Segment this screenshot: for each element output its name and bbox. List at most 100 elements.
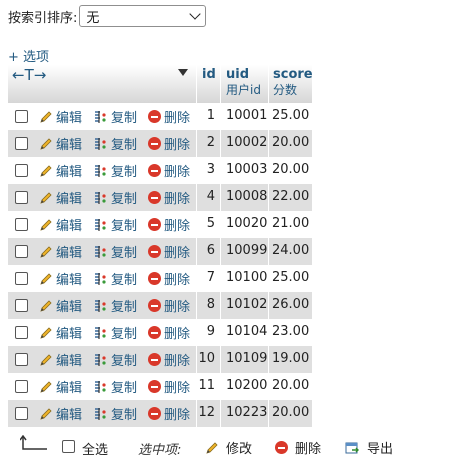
cell-score: 19.00 bbox=[272, 351, 310, 366]
pencil-icon bbox=[40, 380, 52, 393]
bulk-delete-button[interactable]: 删除 bbox=[275, 438, 321, 457]
row-copy-button[interactable]: 复制 bbox=[94, 270, 137, 288]
row-delete-label: 删除 bbox=[164, 165, 191, 180]
row-edit-button[interactable]: 编辑 bbox=[39, 405, 83, 423]
row-edit-button[interactable]: 编辑 bbox=[39, 216, 82, 234]
row-delete-button[interactable]: 删除 bbox=[148, 162, 191, 180]
bulk-export-button[interactable]: 导出 bbox=[345, 438, 393, 457]
row-delete-button[interactable]: 删除 bbox=[148, 108, 191, 126]
cell-divider bbox=[220, 346, 221, 373]
row-delete-button[interactable]: 删除 bbox=[148, 270, 191, 288]
row-delete-button[interactable]: 删除 bbox=[148, 243, 190, 261]
column-header-uid[interactable]: uid 用户id bbox=[226, 67, 261, 98]
row-checkbox[interactable] bbox=[15, 299, 28, 312]
row-copy-button[interactable]: 复制 bbox=[94, 216, 138, 234]
row-copy-button[interactable]: 复制 bbox=[94, 189, 137, 207]
sort-index-select[interactable]: 无 bbox=[79, 5, 207, 27]
delete-icon bbox=[148, 407, 161, 420]
row-delete-label: 删除 bbox=[164, 219, 191, 234]
cell-score: 25.00 bbox=[272, 108, 310, 123]
cell-divider bbox=[220, 373, 221, 400]
table-row: 编辑 复制 删除 7 10100 25.00 bbox=[8, 265, 312, 292]
delete-icon bbox=[275, 441, 288, 454]
row-copy-button[interactable]: 复制 bbox=[94, 108, 138, 126]
row-delete-button[interactable]: 删除 bbox=[148, 378, 190, 396]
column-header-id[interactable]: id bbox=[202, 67, 216, 83]
row-delete-button[interactable]: 删除 bbox=[148, 189, 190, 207]
copy-icon bbox=[95, 245, 106, 258]
row-copy-label: 复制 bbox=[111, 327, 138, 342]
table-row: 编辑 复制 删除 3 10003 20.00 bbox=[8, 157, 312, 184]
column-resize-arrows[interactable]: ←T→ bbox=[12, 66, 46, 84]
row-copy-button[interactable]: 复制 bbox=[94, 351, 137, 369]
row-copy-button[interactable]: 复制 bbox=[94, 378, 138, 396]
cell-id: 7 bbox=[206, 270, 215, 285]
row-delete-label: 删除 bbox=[164, 273, 191, 288]
row-edit-button[interactable]: 编辑 bbox=[39, 270, 82, 288]
cell-divider bbox=[196, 238, 197, 265]
row-delete-button[interactable]: 删除 bbox=[148, 297, 190, 315]
row-copy-label: 复制 bbox=[111, 408, 138, 423]
row-edit-button[interactable]: 编辑 bbox=[39, 297, 82, 315]
row-copy-button[interactable]: 复制 bbox=[94, 162, 138, 180]
row-edit-button[interactable]: 编辑 bbox=[39, 189, 82, 207]
row-copy-button[interactable]: 复制 bbox=[94, 243, 138, 261]
select-all-label[interactable]: 全选 bbox=[82, 439, 108, 458]
cell-id: 1 bbox=[206, 108, 215, 123]
row-delete-button[interactable]: 删除 bbox=[148, 216, 191, 234]
table-row: 编辑 复制 删除 12 10223 20.00 bbox=[8, 400, 312, 427]
row-checkbox[interactable] bbox=[15, 191, 28, 204]
row-copy-button[interactable]: 复制 bbox=[94, 135, 137, 153]
cell-divider bbox=[268, 346, 269, 373]
row-delete-button[interactable]: 删除 bbox=[148, 135, 190, 153]
row-checkbox[interactable] bbox=[15, 380, 28, 393]
row-copy-label: 复制 bbox=[111, 111, 138, 126]
row-edit-button[interactable]: 编辑 bbox=[39, 378, 82, 396]
cell-uid: 10104 bbox=[226, 324, 268, 339]
row-edit-label: 编辑 bbox=[56, 408, 83, 423]
row-copy-button[interactable]: 复制 bbox=[94, 324, 138, 342]
column-header-score[interactable]: score 分数 bbox=[273, 67, 313, 98]
options-toggle-link[interactable]: + 选项 bbox=[8, 46, 49, 65]
row-checkbox[interactable] bbox=[15, 245, 28, 258]
pencil-icon bbox=[40, 272, 52, 285]
row-checkbox[interactable] bbox=[15, 353, 28, 366]
row-checkbox[interactable] bbox=[15, 164, 28, 177]
row-copy-label: 复制 bbox=[111, 219, 138, 234]
row-checkbox[interactable] bbox=[15, 407, 28, 420]
cell-id: 10 bbox=[198, 351, 215, 366]
row-delete-button[interactable]: 删除 bbox=[148, 324, 190, 342]
cell-divider bbox=[220, 292, 221, 319]
row-delete-label: 删除 bbox=[164, 111, 191, 126]
row-delete-button[interactable]: 删除 bbox=[148, 351, 190, 369]
bulk-edit-label: 修改 bbox=[226, 442, 253, 457]
cell-id: 6 bbox=[206, 243, 215, 258]
row-edit-button[interactable]: 编辑 bbox=[39, 135, 82, 153]
results-table: ←T→ id uid 用户id score 分数 编辑 复制 删除 1 10001 25.… bbox=[8, 65, 313, 427]
pencil-icon bbox=[40, 110, 52, 123]
row-copy-label: 复制 bbox=[111, 165, 138, 180]
row-edit-button[interactable]: 编辑 bbox=[39, 108, 82, 126]
column-menu-triangle-icon[interactable] bbox=[178, 69, 188, 76]
cell-uid: 10200 bbox=[226, 378, 268, 393]
row-copy-label: 复制 bbox=[111, 246, 138, 261]
cell-id: 9 bbox=[206, 324, 215, 339]
cell-divider bbox=[268, 373, 269, 400]
row-checkbox[interactable] bbox=[15, 110, 28, 123]
bulk-export-label: 导出 bbox=[367, 442, 394, 457]
bulk-edit-button[interactable]: 修改 bbox=[205, 438, 252, 457]
row-copy-button[interactable]: 复制 bbox=[94, 297, 137, 315]
column-header-score-comment: 分数 bbox=[273, 83, 298, 97]
row-checkbox[interactable] bbox=[15, 137, 28, 150]
row-checkbox[interactable] bbox=[15, 326, 28, 339]
row-edit-button[interactable]: 编辑 bbox=[39, 324, 82, 342]
row-delete-button[interactable]: 删除 bbox=[148, 405, 190, 423]
row-copy-label: 复制 bbox=[111, 381, 138, 396]
row-copy-button[interactable]: 复制 bbox=[94, 405, 138, 423]
row-checkbox[interactable] bbox=[15, 218, 28, 231]
row-edit-button[interactable]: 编辑 bbox=[39, 162, 82, 180]
row-edit-button[interactable]: 编辑 bbox=[39, 351, 82, 369]
select-all-checkbox[interactable] bbox=[62, 440, 75, 453]
row-checkbox[interactable] bbox=[15, 272, 28, 285]
row-edit-button[interactable]: 编辑 bbox=[39, 243, 82, 261]
